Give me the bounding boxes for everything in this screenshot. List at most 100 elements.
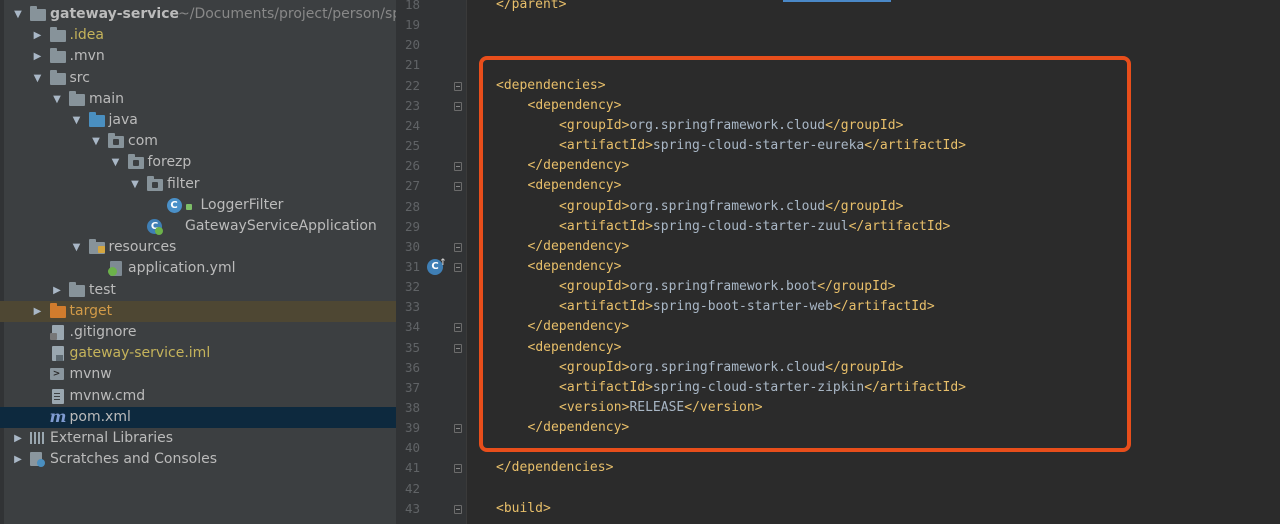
code-line-18: </parent> xyxy=(496,0,566,15)
line-number: 34 xyxy=(404,319,420,335)
code-line-43: <build> xyxy=(496,499,551,519)
tree-item-label: application.yml xyxy=(128,260,236,277)
line-number: 20 xyxy=(404,37,420,53)
code-line-41: </dependencies> xyxy=(496,458,613,478)
fold-marker-icon[interactable] xyxy=(454,424,462,434)
line-number: 22 xyxy=(404,77,420,93)
tree-item-label: resources xyxy=(108,239,177,256)
tree-item-label: test xyxy=(89,281,116,298)
tree-item-label: pom.xml xyxy=(69,408,131,425)
expand-arrow-open-icon[interactable]: ▼ xyxy=(90,131,102,152)
tree-item-label: target xyxy=(69,302,113,319)
tree-item-label: mvnw xyxy=(69,366,112,383)
tree-item-label: java xyxy=(108,112,138,128)
tree-item-pom-xml[interactable]: m pom.xml xyxy=(0,406,396,428)
project-tree-panel: ▼ gateway-service ~/Documents/project/pers… xyxy=(0,0,396,524)
line-number: 36 xyxy=(404,359,420,375)
line-number: 35 xyxy=(404,339,420,355)
editor-gutter: 18 19 20 21 22 23 24 25 26 27 28 29 30 31 C 32 33 34 35 36 3… xyxy=(396,0,466,524)
expand-arrow-open-icon[interactable]: ▼ xyxy=(12,4,24,25)
line-number: 29 xyxy=(404,218,420,234)
tree-item-label: src xyxy=(69,69,90,86)
tree-item-label: forezp xyxy=(147,154,192,171)
tree-item-mvnw-cmd[interactable]: mvnw.cmd xyxy=(0,386,396,407)
tree-item-com[interactable]: ▼ com xyxy=(0,131,396,152)
tree-item-gatewayserviceapplication[interactable]: C GatewayServiceApplication xyxy=(0,216,396,237)
fold-marker-icon[interactable] xyxy=(454,162,462,172)
line-number: 32 xyxy=(404,279,420,295)
fold-marker-icon[interactable] xyxy=(454,323,462,333)
tree-item-test[interactable]: ▶ test xyxy=(0,280,396,301)
tree-item-label: gateway-service.iml xyxy=(69,345,211,362)
gutter-divider xyxy=(466,0,467,524)
tree-item-scratches-and-consoles[interactable]: ▶ Scratches and Consoles xyxy=(0,449,396,470)
line-number: 42 xyxy=(404,480,420,496)
tree-item-label: .mvn xyxy=(69,48,105,65)
fold-marker-icon[interactable] xyxy=(454,81,462,91)
tree-item-label: .gitignore xyxy=(69,324,137,340)
line-number: 26 xyxy=(404,158,420,174)
expand-arrow-open-icon[interactable]: ▼ xyxy=(129,174,141,195)
line-number: 18 xyxy=(404,0,420,12)
line-number: 38 xyxy=(404,400,420,415)
tree-item-forezp[interactable]: ▼ forezp xyxy=(0,152,396,173)
expand-arrow-closed-icon[interactable]: ▶ xyxy=(32,301,44,322)
fold-marker-icon[interactable] xyxy=(454,464,462,474)
tree-item-src[interactable]: ▼ src xyxy=(0,68,396,89)
expand-arrow-closed-icon[interactable]: ▶ xyxy=(32,25,44,46)
line-number: 33 xyxy=(404,299,420,315)
tree-item-main[interactable]: ▼ main xyxy=(0,89,396,110)
tree-item-label: Scratches and Consoles xyxy=(50,451,217,468)
line-number: 39 xyxy=(404,420,420,436)
tree-item-label: gateway-service xyxy=(50,6,179,22)
expand-arrow-open-icon[interactable]: ▼ xyxy=(71,237,83,258)
expand-arrow-open-icon[interactable]: ▼ xyxy=(51,89,63,110)
expand-arrow-open-icon[interactable]: ▼ xyxy=(32,68,44,89)
fold-marker-icon[interactable] xyxy=(454,101,462,111)
tree-item-gitignore[interactable]: .gitignore xyxy=(0,322,396,343)
tree-item-resources[interactable]: ▼ resources xyxy=(0,237,396,258)
expand-arrow-closed-icon[interactable]: ▶ xyxy=(12,428,24,449)
tree-item-idea[interactable]: ▶ .idea xyxy=(0,25,396,46)
tree-item-filter[interactable]: ▼ filter xyxy=(0,174,396,195)
tree-item-loggerfilter[interactable]: C LoggerFilter xyxy=(0,195,396,216)
fold-marker-icon[interactable] xyxy=(454,242,462,252)
line-number: 30 xyxy=(404,238,420,254)
code-editor[interactable]: 18 19 20 21 22 23 24 25 26 27 28 29 30 31 C 32 33 34 35 36 3… xyxy=(396,0,1280,524)
tree-item-label: main xyxy=(89,90,124,107)
fold-marker-icon[interactable] xyxy=(454,182,462,192)
tree-item-external-libraries[interactable]: ▶ External Libraries xyxy=(0,428,396,449)
line-number: 25 xyxy=(404,138,420,154)
tree-item-application-yml[interactable]: application.yml xyxy=(0,258,396,279)
line-number: 19 xyxy=(404,17,420,33)
fold-marker-icon[interactable] xyxy=(454,504,462,514)
tree-item-label: External Libraries xyxy=(50,430,173,446)
fold-marker-icon[interactable] xyxy=(454,343,462,353)
line-number: 27 xyxy=(404,178,420,194)
expand-arrow-closed-icon[interactable]: ▶ xyxy=(51,280,63,301)
line-number: 37 xyxy=(404,379,420,395)
expand-arrow-closed-icon[interactable]: ▶ xyxy=(12,449,24,470)
tree-item-label: .idea xyxy=(69,27,104,44)
line-number: 40 xyxy=(404,440,420,456)
line-number: 23 xyxy=(404,97,420,113)
xml-tag: </parent> xyxy=(496,0,567,12)
tree-item-label: com xyxy=(128,133,158,150)
annotation-highlight-box xyxy=(479,56,1131,452)
line-number: 24 xyxy=(404,117,420,133)
expand-arrow-open-icon[interactable]: ▼ xyxy=(71,110,83,131)
tree-item-gateway-service-iml[interactable]: gateway-service.iml xyxy=(0,343,396,364)
tree-item-label: GatewayServiceApplication xyxy=(185,218,377,234)
spring-boot-icon[interactable]: C xyxy=(427,255,447,275)
expand-arrow-open-icon[interactable]: ▼ xyxy=(110,152,122,173)
fold-marker-icon[interactable] xyxy=(454,262,462,272)
tree-item-mvnw[interactable]: > mvnw xyxy=(0,364,396,385)
tree-item-target[interactable]: ▶ target xyxy=(0,300,396,322)
xml-tag: </dependencies> xyxy=(496,460,614,476)
tree-item-mvn[interactable]: ▶ .mvn xyxy=(0,46,396,67)
tree-item-label: LoggerFilter xyxy=(200,196,284,213)
tree-item-label: mvnw.cmd xyxy=(69,387,146,404)
tree-item-gateway-service[interactable]: ▼ gateway-service ~/Documents/project/pers… xyxy=(0,4,396,25)
expand-arrow-closed-icon[interactable]: ▶ xyxy=(32,46,44,67)
tree-item-java[interactable]: ▼ java xyxy=(0,110,396,131)
